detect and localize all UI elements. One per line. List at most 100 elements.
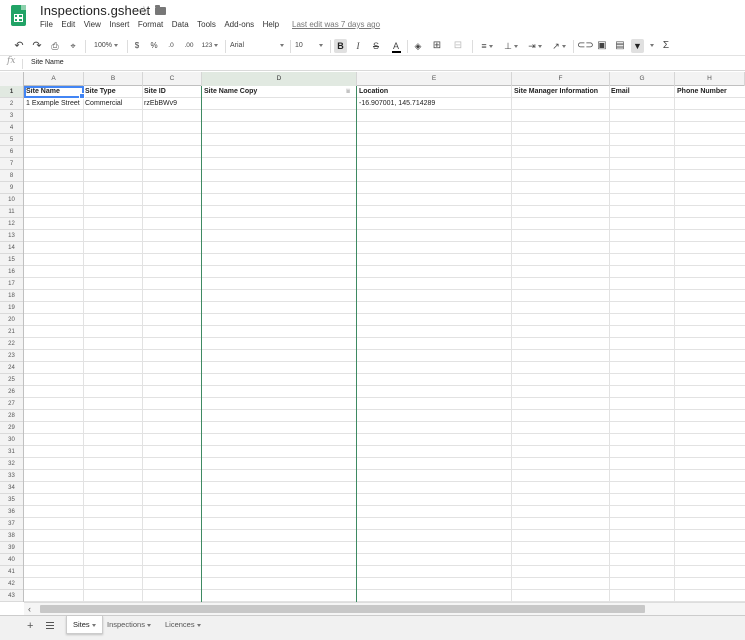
scrollbar-thumb[interactable] — [40, 605, 645, 613]
last-edit-link[interactable]: Last edit was 7 days ago — [292, 20, 380, 29]
row-header[interactable]: 1 — [0, 86, 23, 98]
formula-input[interactable]: Site Name — [31, 59, 64, 66]
decrease-decimals-button[interactable]: .0 — [165, 39, 177, 53]
column-filter-icon[interactable]: ⩸ — [346, 88, 350, 96]
borders-icon[interactable]: ⊞ — [431, 39, 443, 53]
row-header[interactable]: 8 — [0, 170, 23, 182]
row-header[interactable]: 15 — [0, 254, 23, 266]
scroll-left-icon[interactable]: ‹ — [28, 603, 31, 615]
cell-c2[interactable]: rzEbBWv9 — [142, 98, 201, 110]
row-header[interactable]: 43 — [0, 590, 23, 602]
add-sheet-icon[interactable]: + — [27, 620, 33, 632]
column-header-g[interactable]: G — [610, 72, 675, 86]
redo-icon[interactable]: ↷ — [31, 39, 43, 53]
row-header[interactable]: 19 — [0, 302, 23, 314]
row-header[interactable]: 29 — [0, 422, 23, 434]
column-header-c[interactable]: C — [143, 72, 202, 86]
vertical-align-icon[interactable]: ⊥ — [502, 39, 520, 53]
filter-views-dropdown[interactable] — [647, 39, 655, 53]
text-rotation-icon[interactable]: ↗ — [550, 39, 568, 53]
row-header[interactable]: 30 — [0, 434, 23, 446]
row-header[interactable]: 25 — [0, 374, 23, 386]
insert-comment-icon[interactable]: ▣ — [596, 39, 608, 53]
strikethrough-button[interactable]: S — [370, 39, 382, 53]
row-header[interactable]: 13 — [0, 230, 23, 242]
select-all-corner[interactable] — [0, 72, 24, 86]
bold-button[interactable]: B — [334, 39, 347, 53]
row-header[interactable]: 35 — [0, 494, 23, 506]
row-header[interactable]: 42 — [0, 578, 23, 590]
menu-help[interactable]: Help — [263, 20, 279, 29]
currency-format-button[interactable]: $ — [132, 39, 142, 53]
row-header[interactable]: 7 — [0, 158, 23, 170]
menu-view[interactable]: View — [84, 20, 101, 29]
column-header-a[interactable]: A — [24, 72, 84, 86]
row-header[interactable]: 12 — [0, 218, 23, 230]
menu-edit[interactable]: Edit — [61, 20, 75, 29]
column-header-e[interactable]: E — [357, 72, 512, 86]
column-header-d[interactable]: D — [202, 72, 357, 86]
horizontal-scrollbar[interactable]: ‹ — [24, 602, 745, 615]
row-header[interactable]: 38 — [0, 530, 23, 542]
row-header[interactable]: 14 — [0, 242, 23, 254]
row-header[interactable]: 27 — [0, 398, 23, 410]
row-header[interactable]: 6 — [0, 146, 23, 158]
filter-icon[interactable]: ▼ — [631, 39, 644, 53]
sheet-tab-licences[interactable]: Licences — [159, 616, 207, 634]
zoom-select[interactable]: 100% — [90, 39, 122, 53]
row-header[interactable]: 41 — [0, 566, 23, 578]
row-header[interactable]: 23 — [0, 350, 23, 362]
menu-data[interactable]: Data — [172, 20, 189, 29]
row-header[interactable]: 2 — [0, 98, 23, 110]
percent-format-button[interactable]: % — [149, 39, 159, 53]
cell-h1[interactable]: Phone Number — [675, 86, 745, 98]
undo-icon[interactable]: ↶ — [13, 39, 25, 53]
italic-button[interactable]: I — [352, 39, 364, 53]
cell-c1[interactable]: Site ID — [142, 86, 201, 98]
row-header[interactable]: 10 — [0, 194, 23, 206]
cell-e2[interactable]: -16.907001, 145.714289 — [357, 98, 511, 110]
print-icon[interactable]: ⎙ — [49, 39, 61, 53]
menu-format[interactable]: Format — [138, 20, 163, 29]
text-wrapping-icon[interactable]: ⇥ — [526, 39, 544, 53]
insert-chart-icon[interactable]: ▤ — [614, 39, 626, 53]
merge-cells-icon[interactable]: ⊟ — [450, 39, 466, 53]
row-header[interactable]: 18 — [0, 290, 23, 302]
column-header-b[interactable]: B — [84, 72, 143, 86]
all-sheets-icon[interactable] — [46, 622, 54, 629]
cell-b2[interactable]: Commercial — [83, 98, 142, 110]
row-header[interactable]: 39 — [0, 542, 23, 554]
row-header[interactable]: 17 — [0, 278, 23, 290]
row-header[interactable]: 9 — [0, 182, 23, 194]
active-cell-selection[interactable] — [24, 86, 85, 99]
cell-b1[interactable]: Site Type — [83, 86, 142, 98]
row-header[interactable]: 40 — [0, 554, 23, 566]
sheet-tab-sites[interactable]: Sites — [66, 616, 103, 634]
horizontal-align-icon[interactable]: ≡ — [478, 39, 496, 53]
increase-decimals-button[interactable]: .00 — [182, 39, 196, 53]
row-header[interactable]: 22 — [0, 338, 23, 350]
row-header[interactable]: 33 — [0, 470, 23, 482]
paint-format-icon[interactable]: ⌖ — [67, 39, 79, 53]
row-header[interactable]: 26 — [0, 386, 23, 398]
font-select[interactable]: Arial — [230, 39, 286, 53]
row-header[interactable]: 36 — [0, 506, 23, 518]
insert-link-icon[interactable]: ⊂⊃ — [577, 39, 594, 53]
row-header[interactable]: 5 — [0, 134, 23, 146]
cell-g1[interactable]: Email — [609, 86, 674, 98]
sheets-logo-icon[interactable] — [11, 5, 26, 26]
row-header[interactable]: 34 — [0, 482, 23, 494]
row-header[interactable]: 11 — [0, 206, 23, 218]
row-header[interactable]: 28 — [0, 410, 23, 422]
menu-insert[interactable]: Insert — [109, 20, 129, 29]
document-title[interactable]: Inspections.gsheet — [40, 3, 150, 18]
row-header[interactable]: 24 — [0, 362, 23, 374]
font-size-select[interactable]: 10 — [295, 39, 327, 53]
column-header-h[interactable]: H — [675, 72, 745, 86]
column-header-f[interactable]: F — [512, 72, 610, 86]
cell-d2[interactable] — [202, 98, 356, 110]
cell-e1[interactable]: Location — [357, 86, 511, 98]
menu-file[interactable]: File — [40, 20, 53, 29]
row-header[interactable]: 4 — [0, 122, 23, 134]
row-header[interactable]: 20 — [0, 314, 23, 326]
